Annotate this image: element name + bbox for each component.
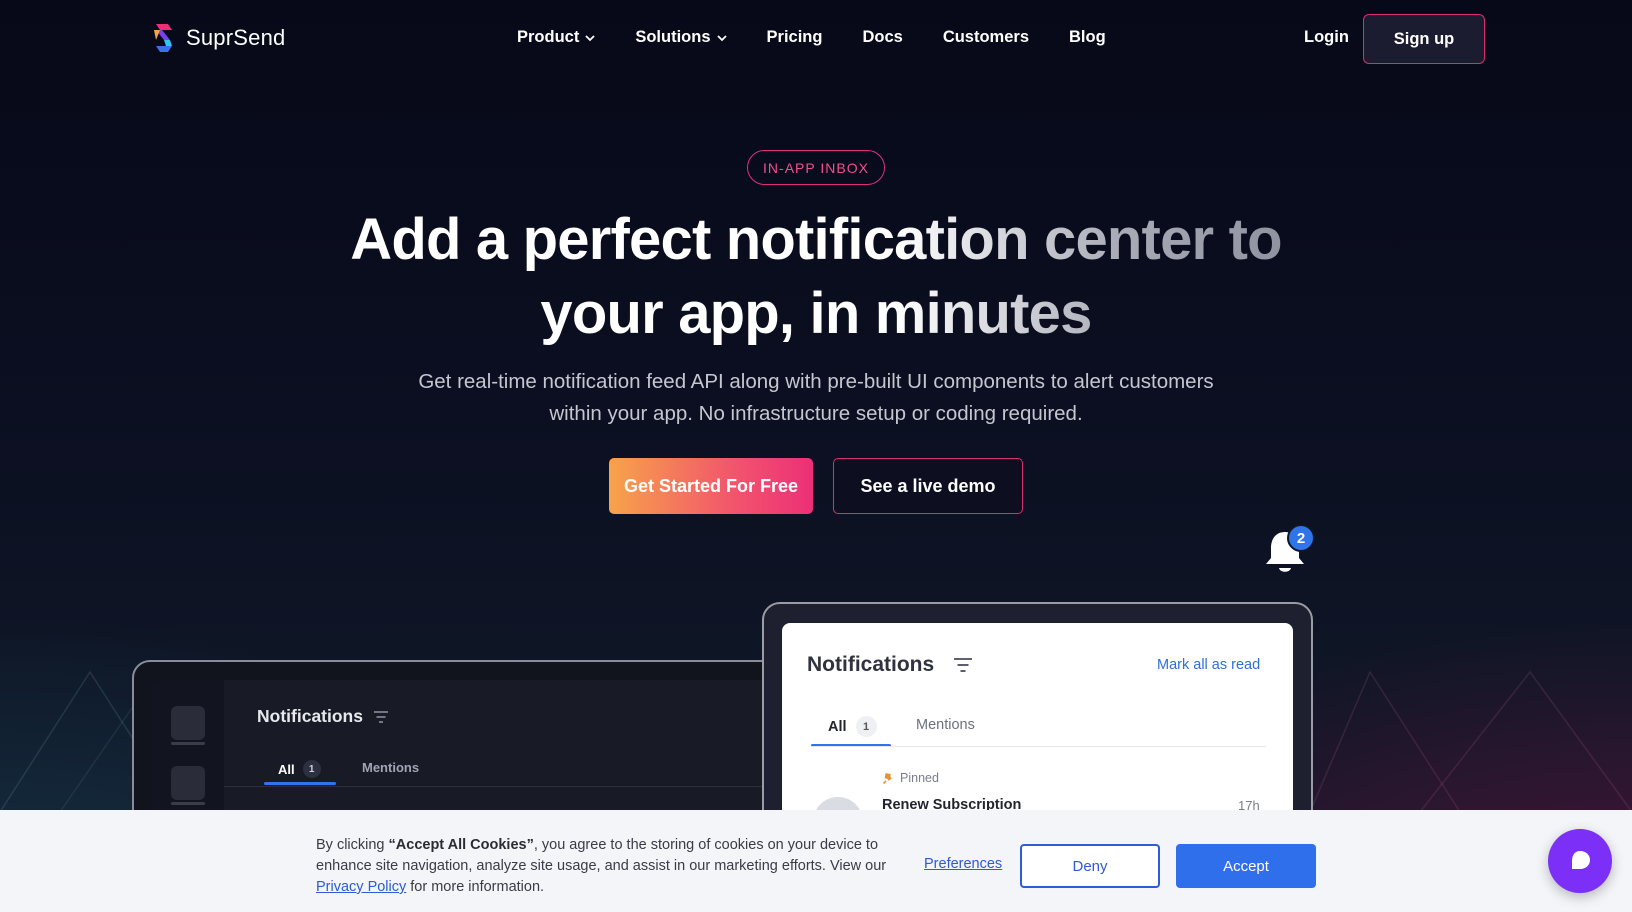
privacy-policy-link[interactable]: Privacy Policy bbox=[316, 879, 406, 895]
main-menu: Product Solutions Pricing Docs Customers… bbox=[517, 28, 1106, 47]
dark-tab-underline bbox=[264, 782, 336, 785]
live-demo-button[interactable]: See a live demo bbox=[833, 458, 1023, 514]
tab-count: 1 bbox=[302, 760, 321, 778]
sidebar-placeholder-bar bbox=[171, 802, 205, 805]
cookie-text: By clicking “Accept All Cookies”, you ag… bbox=[316, 835, 906, 898]
hero-title-line1: Add a perfect notification center to bbox=[350, 207, 1282, 272]
section-pill: IN-APP INBOX bbox=[747, 150, 885, 185]
tab-label: All bbox=[828, 718, 847, 735]
nav-item-label: Blog bbox=[1069, 28, 1106, 46]
nav-item-blog[interactable]: Blog bbox=[1069, 28, 1106, 47]
nav-item-solutions[interactable]: Solutions bbox=[635, 28, 727, 47]
sidebar-placeholder bbox=[171, 706, 205, 740]
light-tab-mentions: Mentions bbox=[916, 717, 975, 733]
suprsend-logo-icon bbox=[154, 24, 172, 52]
nav-item-label: Product bbox=[517, 28, 580, 46]
cookie-text-prefix: By clicking bbox=[316, 837, 389, 853]
hero-subtitle: Get real-time notification feed API alon… bbox=[418, 370, 1214, 425]
pinned-text: Pinned bbox=[900, 771, 939, 785]
chevron-down-icon bbox=[585, 34, 595, 41]
tab-count: 1 bbox=[855, 716, 877, 737]
nav-item-label: Pricing bbox=[766, 28, 823, 46]
chat-icon bbox=[1572, 851, 1590, 869]
nav-item-label: Solutions bbox=[635, 28, 711, 46]
dark-notifications-title: Notifications bbox=[257, 706, 363, 726]
nav-item-pricing[interactable]: Pricing bbox=[767, 28, 823, 47]
filter-icon bbox=[954, 658, 972, 672]
brand-logo[interactable]: SuprSend bbox=[152, 22, 285, 54]
top-navigation: SuprSend Product Solutions Pricing Docs … bbox=[0, 0, 1632, 78]
chevron-down-icon bbox=[716, 34, 727, 41]
nav-item-label: Docs bbox=[862, 28, 903, 46]
pinned-label: Pinned bbox=[882, 771, 939, 785]
light-tab-all: All 1 bbox=[828, 716, 877, 737]
hero-title-line2: your app, in minutes bbox=[540, 281, 1092, 346]
preferences-link[interactable]: Preferences bbox=[924, 856, 1002, 872]
light-notifications-title: Notifications bbox=[807, 653, 935, 676]
cookie-text-suffix: for more information. bbox=[406, 879, 545, 895]
light-divider bbox=[811, 746, 1266, 747]
nav-item-label: Customers bbox=[942, 28, 1030, 46]
pin-icon bbox=[882, 773, 892, 785]
login-link[interactable]: Login bbox=[1304, 28, 1349, 47]
dark-tab-mentions: Mentions bbox=[362, 760, 420, 775]
dark-tab-all: All 1 bbox=[278, 760, 321, 778]
chat-widget-button[interactable] bbox=[1548, 829, 1612, 893]
bell-badge: 2 bbox=[1287, 524, 1315, 552]
mark-all-read-link: Mark all as read bbox=[1157, 657, 1261, 673]
brand-name: SuprSend bbox=[186, 25, 286, 50]
cookie-text-bold: “Accept All Cookies” bbox=[388, 837, 534, 853]
nav-item-product[interactable]: Product bbox=[517, 28, 595, 47]
get-started-button[interactable]: Get Started For Free bbox=[609, 458, 813, 514]
sidebar-placeholder-bar bbox=[171, 742, 205, 745]
filter-icon bbox=[374, 711, 388, 723]
sidebar-placeholder bbox=[171, 766, 205, 800]
deny-button[interactable]: Deny bbox=[1020, 844, 1160, 888]
signup-button[interactable]: Sign up bbox=[1363, 14, 1485, 64]
dark-divider bbox=[224, 786, 792, 787]
accept-button[interactable]: Accept bbox=[1176, 844, 1316, 888]
nav-item-customers[interactable]: Customers bbox=[943, 28, 1029, 47]
hero-title: Add a perfect notification center to you… bbox=[316, 203, 1316, 351]
tab-label: All bbox=[278, 761, 295, 777]
decorative-triangles-right bbox=[1310, 670, 1632, 812]
nav-item-docs[interactable]: Docs bbox=[862, 28, 902, 47]
